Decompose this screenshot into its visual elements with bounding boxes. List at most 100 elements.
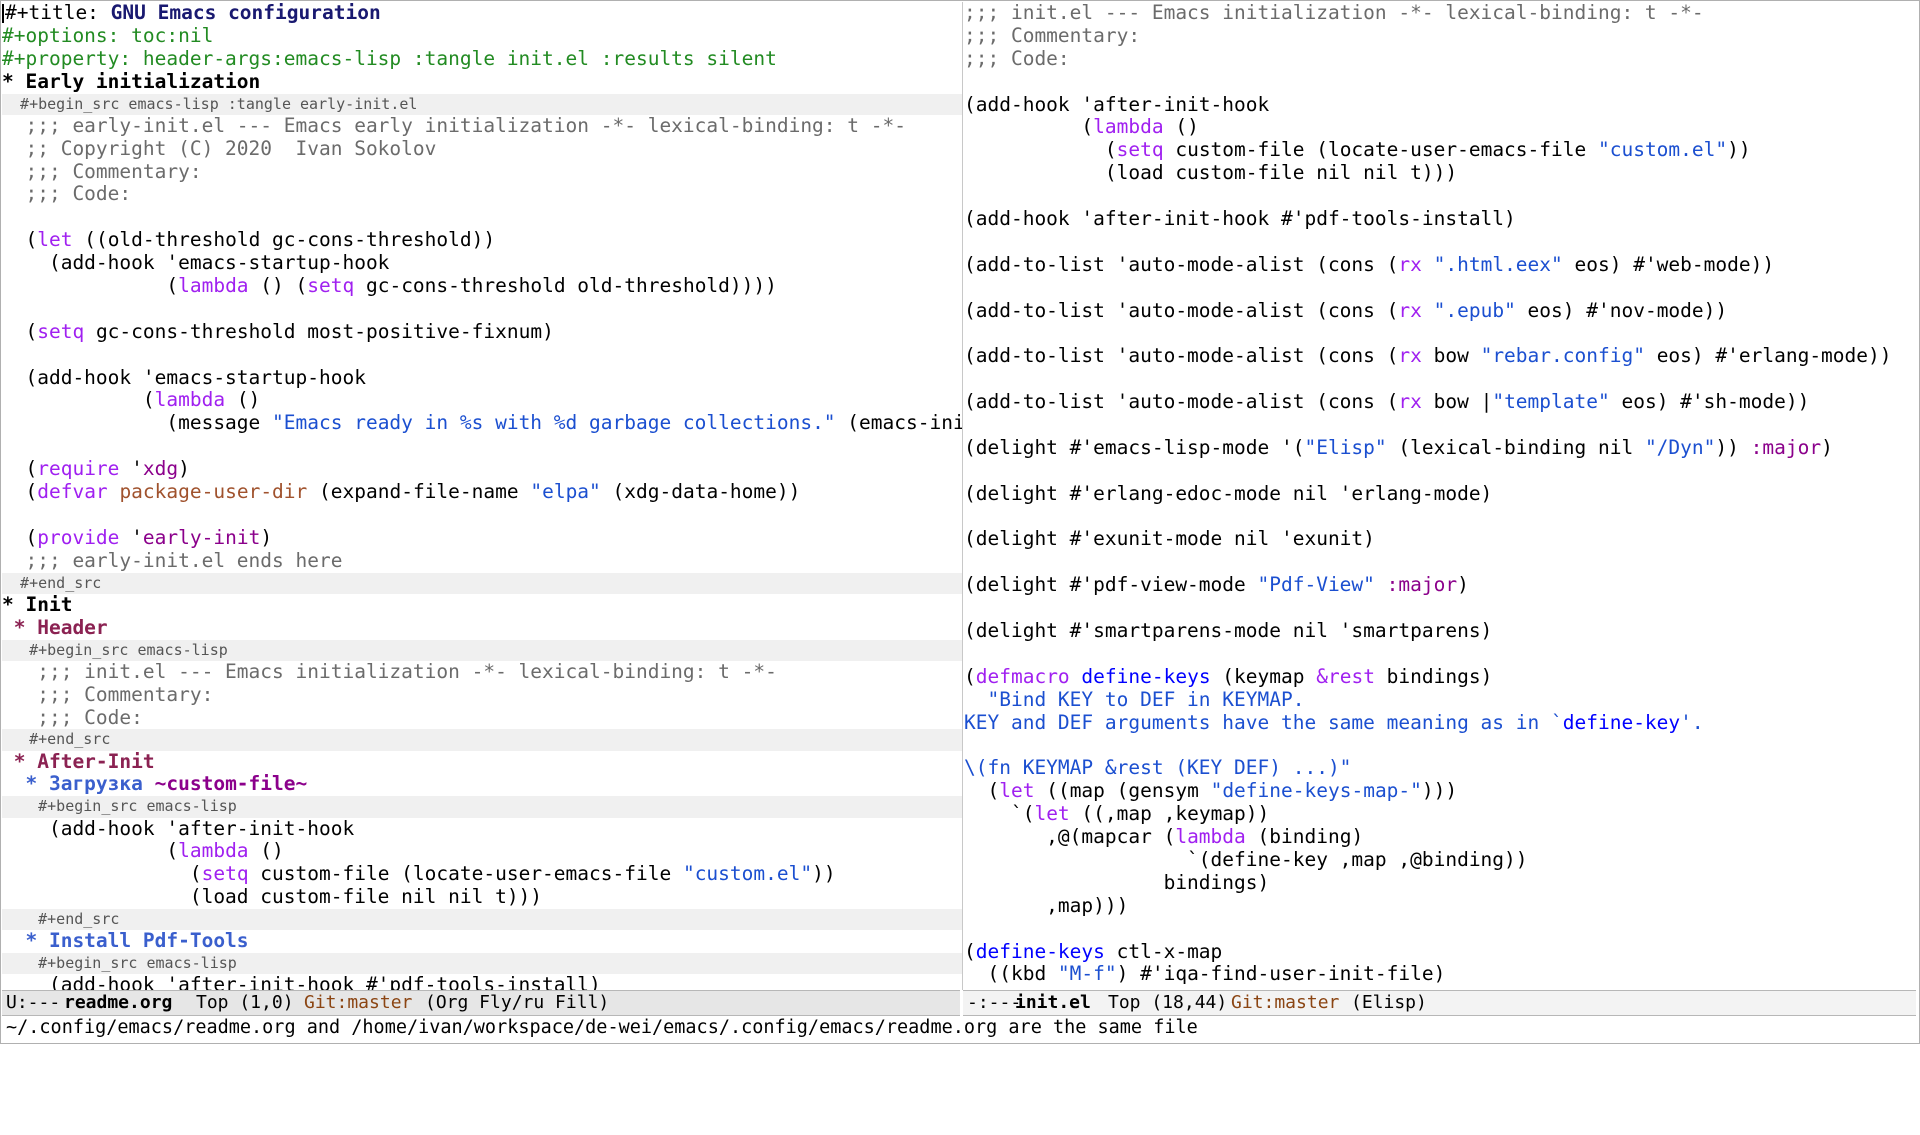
code-line[interactable]: #+end_src [2, 729, 962, 751]
code-line[interactable]: ;;; early-init.el --- Emacs early initia… [2, 115, 962, 138]
code-line[interactable]: ,map))) [964, 895, 1918, 918]
modeline-modes[interactable]: (Elisp) [1351, 991, 1427, 1015]
code-line[interactable]: #+begin_src emacs-lisp :tangle early-ini… [2, 93, 962, 115]
code-line[interactable]: (lambda () (setq gc-cons-threshold old-t… [2, 275, 962, 298]
code-line[interactable]: "Bind KEY to DEF in KEYMAP. [964, 689, 1918, 712]
modeline-modes[interactable]: (Org Fly/ru Fill) [425, 991, 609, 1015]
code-line[interactable]: #+begin_src emacs-lisp [2, 953, 962, 975]
code-line[interactable]: (let ((old-threshold gc-cons-threshold)) [2, 229, 962, 252]
code-line[interactable]: ;;; Code: [2, 183, 962, 206]
code-line[interactable]: (require 'xdg) [2, 458, 962, 481]
code-line[interactable]: (let ((map (gensym "define-keys-map-"))) [964, 780, 1918, 803]
code-line[interactable]: (defmacro define-keys (keymap &rest bind… [964, 666, 1918, 689]
code-line[interactable] [964, 368, 1918, 391]
code-line[interactable]: ((kbd "M-f") #'iqa-find-user-init-file) [964, 963, 1918, 986]
code-line[interactable]: ;;; Commentary: [2, 684, 962, 707]
modeline-buffer-name[interactable]: readme.org [64, 991, 172, 1015]
code-line[interactable]: #+end_src [2, 909, 962, 931]
code-line[interactable] [964, 643, 1918, 666]
code-line[interactable] [964, 71, 1918, 94]
code-line[interactable]: (lambda () [2, 389, 962, 412]
code-line[interactable]: * Загрузка ~custom-file~ [2, 773, 962, 796]
code-line[interactable]: (delight #'smartparens-mode nil 'smartpa… [964, 620, 1918, 643]
code-line[interactable]: \(fn KEYMAP &rest (KEY DEF) ...)" [964, 757, 1918, 780]
code-line[interactable]: (delight #'pdf-view-mode "Pdf-View" :maj… [964, 574, 1918, 597]
code-line[interactable]: ,@(mapcar (lambda (binding) [964, 826, 1918, 849]
code-line[interactable]: (setq custom-file (locate-user-emacs-fil… [2, 863, 962, 886]
code-token: "Emacs ready in %s with %d garbage colle… [272, 412, 836, 435]
code-line[interactable]: KEY and DEF arguments have the same mean… [964, 712, 1918, 735]
code-line[interactable]: ;; Copyright (C) 2020 Ivan Sokolov [2, 138, 962, 161]
code-line[interactable]: (add-hook 'after-init-hook #'pdf-tools-i… [964, 208, 1918, 231]
code-line[interactable] [964, 185, 1918, 208]
code-line[interactable]: (lambda () [2, 840, 962, 863]
code-line[interactable]: (add-hook 'emacs-startup-hook [2, 367, 962, 390]
code-line[interactable]: (add-hook 'after-init-hook [964, 94, 1918, 117]
code-line[interactable]: (setq custom-file (locate-user-emacs-fil… [964, 139, 1918, 162]
code-line[interactable]: ;;; init.el --- Emacs initialization -*-… [964, 2, 1918, 25]
code-line[interactable]: (add-hook 'after-init-hook [2, 818, 962, 841]
code-line[interactable] [964, 460, 1918, 483]
code-line[interactable]: (add-to-list 'auto-mode-alist (cons (rx … [964, 300, 1918, 323]
mode-line-left[interactable]: U:--- readme.org Top (1,0) Git:master (O… [2, 990, 960, 1016]
code-line[interactable]: (lambda () [964, 116, 1918, 139]
code-line[interactable]: * Early initialization [2, 71, 962, 94]
code-line[interactable] [964, 506, 1918, 529]
code-line[interactable]: ;;; Code: [964, 48, 1918, 71]
code-line[interactable]: #+begin_src emacs-lisp [2, 639, 962, 661]
code-line[interactable]: ;;; Commentary: [964, 25, 1918, 48]
code-line[interactable]: (provide 'early-init) [2, 527, 962, 550]
code-line[interactable]: (add-hook 'after-init-hook #'pdf-tools-i… [2, 974, 962, 990]
code-line[interactable] [2, 344, 962, 367]
code-line[interactable]: (add-to-list 'auto-mode-alist (cons (rx … [964, 391, 1918, 414]
code-token: ;;; init.el --- Emacs initialization -*-… [964, 2, 1704, 24]
code-line[interactable]: ;;; Commentary: [2, 161, 962, 184]
code-line[interactable]: ;;; early-init.el ends here [2, 550, 962, 573]
code-line[interactable]: * Header [2, 617, 962, 640]
code-line[interactable]: * Install Pdf-Tools [2, 930, 962, 953]
code-line[interactable] [2, 435, 962, 458]
code-line[interactable]: (setq gc-cons-threshold most-positive-fi… [2, 321, 962, 344]
code-line[interactable]: (delight #'emacs-lisp-mode '("Elisp" (le… [964, 437, 1918, 460]
code-line[interactable] [964, 597, 1918, 620]
code-line[interactable]: (add-hook 'emacs-startup-hook [2, 252, 962, 275]
modeline-buffer-name[interactable]: init.el [1015, 991, 1091, 1015]
code-line[interactable] [2, 206, 962, 229]
code-line[interactable]: ;;; Code: [2, 707, 962, 730]
code-line[interactable]: * After-Init [2, 751, 962, 774]
code-line[interactable]: `(define-key ,map ,@binding)) [964, 849, 1918, 872]
code-line[interactable]: bindings) [964, 872, 1918, 895]
code-line[interactable]: (delight #'exunit-mode nil 'exunit) [964, 528, 1918, 551]
code-line[interactable]: * Init [2, 594, 962, 617]
code-line[interactable] [2, 298, 962, 321]
code-line[interactable]: #+options: toc:nil [2, 25, 962, 48]
code-line[interactable] [964, 551, 1918, 574]
code-line[interactable] [964, 231, 1918, 254]
modeline-vc-branch[interactable]: Git:master [1231, 991, 1339, 1015]
code-line[interactable] [964, 277, 1918, 300]
right-window-init-el[interactable]: ;;; init.el --- Emacs initialization -*-… [964, 2, 1918, 990]
modeline-vc-branch[interactable]: Git:master [304, 991, 412, 1015]
code-line[interactable] [964, 735, 1918, 758]
code-line[interactable]: #+end_src [2, 572, 962, 594]
code-line[interactable]: #+title: GNU Emacs configuration [2, 2, 962, 25]
code-line[interactable]: `(let ((,map ,keymap)) [964, 803, 1918, 826]
code-line[interactable] [964, 918, 1918, 941]
code-line[interactable]: ;;; init.el --- Emacs initialization -*-… [2, 661, 962, 684]
code-line[interactable] [964, 414, 1918, 437]
code-line[interactable]: (delight #'erlang-edoc-mode nil 'erlang-… [964, 483, 1918, 506]
code-line[interactable]: (message "Emacs ready in %s with %d garb… [2, 412, 962, 435]
code-line[interactable]: (defvar package-user-dir (expand-file-na… [2, 481, 962, 504]
code-token: lambda [154, 389, 226, 412]
code-line[interactable]: #+property: header-args:emacs-lisp :tang… [2, 48, 962, 71]
code-line[interactable]: (add-to-list 'auto-mode-alist (cons (rx … [964, 345, 1918, 368]
code-line[interactable]: (add-to-list 'auto-mode-alist (cons (rx … [964, 254, 1918, 277]
code-line[interactable]: #+begin_src emacs-lisp [2, 796, 962, 818]
code-line[interactable]: (load custom-file nil nil t))) [2, 886, 962, 909]
code-line[interactable] [2, 504, 962, 527]
code-line[interactable]: (load custom-file nil nil t))) [964, 162, 1918, 185]
mode-line-right[interactable]: -:--- init.el Top (18,44) Git:master (El… [963, 990, 1916, 1016]
code-line[interactable] [964, 322, 1918, 345]
left-window-readme-org[interactable]: #+title: GNU Emacs configuration #+option… [2, 2, 963, 990]
code-line[interactable]: (define-keys ctl-x-map [964, 941, 1918, 964]
